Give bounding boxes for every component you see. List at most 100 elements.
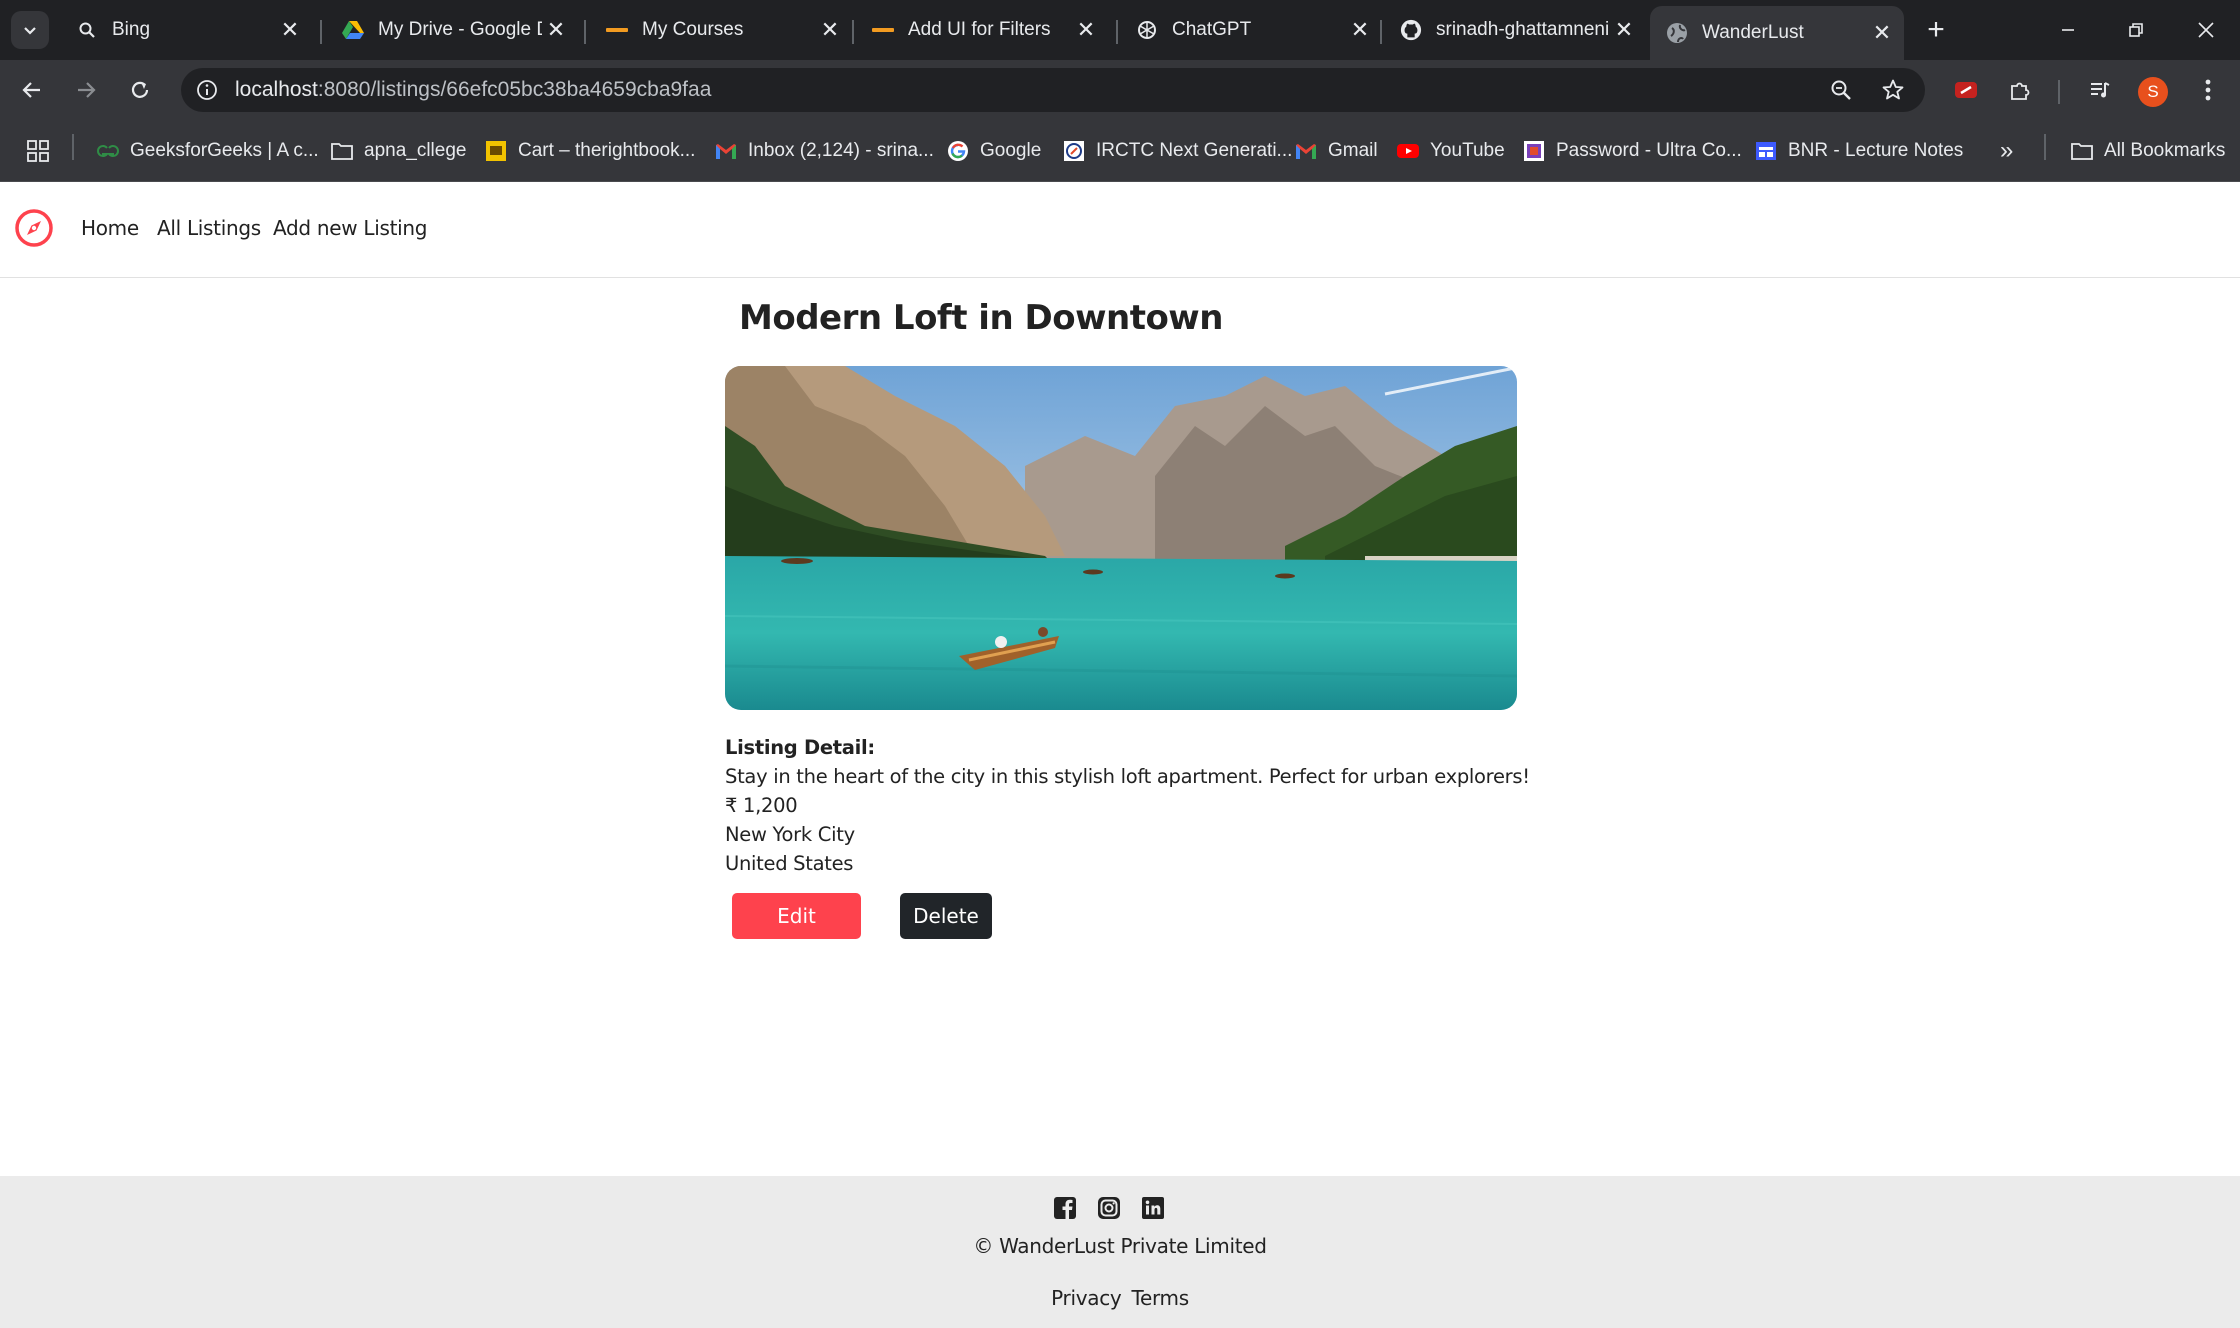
bookmark-label: Gmail <box>1328 140 1378 161</box>
bookmark-label: Cart – therightbook... <box>518 140 696 161</box>
back-button[interactable] <box>12 70 52 110</box>
bookmark-irctc[interactable]: IRCTC Next Generati... <box>1062 136 1292 166</box>
arrow-left-icon <box>22 82 40 98</box>
bookmark-inbox[interactable]: Inbox (2,124) - srina... <box>714 136 934 166</box>
site-footer: © WanderLust Private Limited Privacy Term… <box>0 1176 2240 1328</box>
media-control-icon[interactable] <box>2080 70 2120 110</box>
close-icon[interactable]: ✕ <box>276 16 304 44</box>
listing-country: United States <box>725 852 854 875</box>
course-logo-icon <box>872 19 894 41</box>
extensions-puzzle-icon[interactable] <box>2000 70 2040 110</box>
nav-add-listing-link[interactable]: Add new Listing <box>273 216 427 240</box>
folder-icon <box>2070 139 2094 163</box>
bookmark-youtube[interactable]: YouTube <box>1396 136 1505 166</box>
close-icon[interactable]: ✕ <box>1868 19 1896 47</box>
instagram-icon[interactable] <box>1097 1196 1121 1220</box>
bookmark-geeksforgeeks[interactable]: GeeksforGeeks | A c... <box>96 136 319 166</box>
apps-grid-button[interactable] <box>26 136 60 166</box>
site-info-icon[interactable] <box>193 76 221 104</box>
reload-button[interactable] <box>120 70 160 110</box>
url-text: localhost:8080/listings/66efc05bc38ba465… <box>235 78 712 101</box>
listing-description: Stay in the heart of the city in this st… <box>725 765 1530 788</box>
youtube-icon <box>1396 139 1420 163</box>
reload-icon <box>131 81 149 98</box>
notes-icon <box>1754 139 1778 163</box>
bookmark-cart[interactable]: Cart – therightbook... <box>484 136 695 166</box>
google-drive-icon <box>342 19 364 41</box>
bookmark-label: apna_cllege <box>364 140 467 161</box>
apps-grid-icon <box>26 139 50 163</box>
bookmark-bnr-notes[interactable]: BNR - Lecture Notes <box>1754 136 1963 166</box>
extension-red-icon[interactable] <box>1946 70 1986 110</box>
bookmark-apna-cllege[interactable]: apna_cllege <box>330 136 466 166</box>
gfg-icon <box>96 139 120 163</box>
restore-icon <box>2129 23 2143 37</box>
ultra-icon <box>1522 139 1546 163</box>
bookmark-gmail[interactable]: Gmail <box>1294 136 1378 166</box>
tab-my-drive[interactable]: My Drive - Google Drive ✕ <box>326 8 578 52</box>
bookmark-password-ultra[interactable]: Password - Ultra Co... <box>1522 136 1742 166</box>
google-icon <box>946 139 970 163</box>
linkedin-icon[interactable] <box>1141 1196 1165 1220</box>
delete-button[interactable]: Delete <box>900 893 992 939</box>
tab-divider <box>852 20 854 44</box>
tab-search-button[interactable] <box>11 11 49 49</box>
tab-bing[interactable]: Bing ✕ <box>60 8 312 52</box>
address-bar[interactable]: localhost:8080/listings/66efc05bc38ba465… <box>181 68 1925 112</box>
copyright-text: © WanderLust Private Limited <box>973 1234 1267 1258</box>
tab-wanderlust[interactable]: WanderLust ✕ <box>1650 6 1904 60</box>
compass-icon[interactable] <box>14 208 54 248</box>
tab-title: WanderLust <box>1702 22 1804 43</box>
close-window-button[interactable] <box>2172 0 2240 60</box>
all-bookmarks-button[interactable]: All Bookmarks <box>2070 136 2225 166</box>
page-content: Home All Listings Add new Listing Modern… <box>0 182 2240 1328</box>
edit-button[interactable]: Edit <box>732 893 861 939</box>
tab-github[interactable]: srinadh-ghattamneni ✕ <box>1384 8 1646 52</box>
github-icon <box>1400 19 1422 41</box>
tab-title: My Drive - Google Drive <box>378 19 542 40</box>
tab-divider <box>1116 20 1118 44</box>
site-navbar: Home All Listings Add new Listing <box>0 182 2240 278</box>
tab-title: srinadh-ghattamneni <box>1436 19 1610 40</box>
forward-button[interactable] <box>66 70 106 110</box>
bookmarks-divider <box>72 134 74 160</box>
arrow-right-icon <box>78 82 96 98</box>
privacy-link[interactable]: Privacy <box>1051 1286 1122 1310</box>
bookmark-label: GeeksforGeeks | A c... <box>130 140 319 161</box>
minimize-button[interactable] <box>2034 0 2102 60</box>
close-icon[interactable]: ✕ <box>1072 16 1100 44</box>
bookmark-label: Inbox (2,124) - srina... <box>748 140 934 161</box>
tab-my-courses[interactable]: My Courses ✕ <box>590 8 852 52</box>
nav-home-link[interactable]: Home <box>81 216 139 240</box>
irctc-icon <box>1062 139 1086 163</box>
close-icon[interactable]: ✕ <box>816 16 844 44</box>
tab-title: Bing <box>112 19 151 40</box>
browser-toolbar: localhost:8080/listings/66efc05bc38ba465… <box>0 60 2240 120</box>
listing-price: ₹ 1,200 <box>725 794 798 817</box>
terms-link[interactable]: Terms <box>1131 1286 1189 1310</box>
tab-divider <box>1380 20 1382 44</box>
close-icon[interactable]: ✕ <box>1346 16 1374 44</box>
browser-menu-icon[interactable] <box>2188 70 2228 110</box>
close-icon[interactable]: ✕ <box>542 16 570 44</box>
more-bookmarks-button[interactable]: » <box>2000 136 2013 166</box>
restore-button[interactable] <box>2102 0 2170 60</box>
footer-links: Privacy Terms <box>0 1286 2240 1310</box>
tab-chatgpt[interactable]: ChatGPT ✕ <box>1120 8 1382 52</box>
course-logo-icon <box>606 19 628 41</box>
folder-icon <box>330 139 354 163</box>
facebook-icon[interactable] <box>1053 1196 1077 1220</box>
new-tab-button[interactable]: + <box>1918 12 1954 48</box>
tab-add-ui-filters[interactable]: Add UI for Filters ✕ <box>856 8 1108 52</box>
close-icon[interactable]: ✕ <box>1610 16 1638 44</box>
zoom-icon[interactable] <box>1827 76 1855 104</box>
bookmark-star-icon[interactable] <box>1879 76 1907 104</box>
toolbar-divider <box>2058 80 2060 104</box>
profile-avatar[interactable]: S <box>2138 77 2168 107</box>
nav-all-listings-link[interactable]: All Listings <box>157 216 261 240</box>
gmail-icon <box>714 139 738 163</box>
listing-details: Listing Detail: Stay in the heart of the… <box>725 733 1545 878</box>
browser-tabstrip: Bing ✕ My Drive - Google Drive ✕ My Cour… <box>0 0 2240 60</box>
chevron-down-icon <box>24 27 36 35</box>
bookmark-google[interactable]: Google <box>946 136 1041 166</box>
